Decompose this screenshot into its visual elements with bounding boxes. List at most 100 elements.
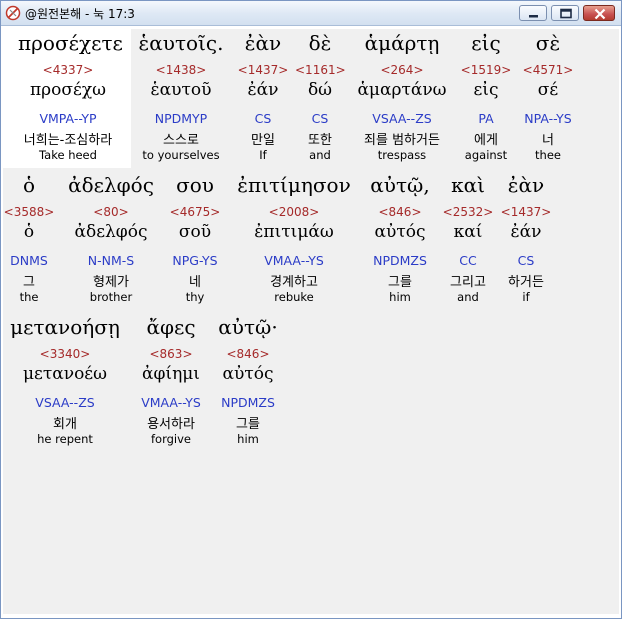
strong-number[interactable]: <1519>	[459, 63, 513, 77]
lemma: ἁμαρτάνω	[357, 80, 447, 100]
english-gloss: If	[259, 148, 267, 162]
greek-word: ὁ	[22, 173, 36, 197]
strong-number[interactable]: <3588>	[3, 205, 55, 219]
korean-gloss: 하거든	[508, 275, 544, 290]
word-block[interactable]: σὲ <4571> σέ NPA--YS 너 thee	[517, 29, 579, 169]
lemma: ὁ	[23, 222, 35, 242]
word-block[interactable]: ἐὰν <1437> ἐάν CS 만일 If	[237, 29, 289, 169]
korean-gloss: 그를	[388, 275, 412, 290]
greek-word: αὐτῷ,	[370, 173, 430, 197]
strong-number[interactable]: <846>	[213, 347, 283, 361]
word-block[interactable]: μετανοήσῃ <3340> μετανοέω VSAA--ZS 회개 he…	[5, 313, 125, 453]
greek-word: ἑαυτοῖς.	[138, 31, 224, 55]
english-gloss: him	[389, 290, 411, 304]
korean-gloss: 그	[23, 275, 35, 290]
word-block[interactable]: καὶ <2532> καί CC 그리고 and	[441, 171, 495, 311]
parsing-code: VMAA--YS	[141, 395, 201, 410]
greek-word: σου	[176, 173, 214, 197]
strong-number[interactable]: <1161>	[295, 63, 346, 77]
greek-word: προσέχετε	[18, 31, 123, 55]
greek-word: ἐὰν	[507, 173, 545, 197]
korean-gloss: 네	[189, 275, 201, 290]
lemma: αὐτός	[374, 222, 426, 242]
lemma: ἀδελφός	[74, 222, 148, 242]
parsing-code: PA	[478, 111, 494, 126]
korean-gloss: 또한	[308, 133, 332, 148]
parsing-code: VMAA--YS	[264, 253, 324, 268]
english-gloss: brother	[89, 290, 133, 304]
greek-word: αὐτῷ·	[218, 315, 278, 339]
parsing-code: CC	[459, 253, 477, 268]
korean-gloss: 경계하고	[270, 275, 318, 290]
english-gloss: trespass	[377, 148, 427, 162]
minimize-button[interactable]	[519, 5, 547, 21]
parsing-code: NPG-YS	[172, 253, 218, 268]
lemma: αὐτός	[222, 364, 274, 384]
word-block[interactable]: ἁμάρτῃ <264> ἁμαρτάνω VSAA--ZS 죄를 범하거든 t…	[351, 29, 453, 169]
greek-word: ἀδελφός	[68, 173, 154, 197]
parsing-code: CS	[311, 111, 329, 126]
strong-number[interactable]: <1437>	[237, 63, 289, 77]
lemma: δώ	[307, 80, 333, 100]
english-gloss: thy	[185, 290, 205, 304]
strong-number[interactable]: <1438>	[137, 63, 225, 77]
word-block[interactable]: ἀδελφός <80> ἀδελφός N-NM-S 형제가 brother	[63, 171, 159, 311]
english-gloss: rebuke	[274, 290, 314, 304]
greek-word: ἄφες	[146, 315, 196, 339]
word-block[interactable]: αὐτῷ, <846> αὐτός NPDMZS 그를 him	[365, 171, 435, 311]
word-block[interactable]: δὲ <1161> δώ CS 또한 and	[295, 29, 346, 169]
strong-number[interactable]: <4337>	[18, 63, 118, 77]
english-gloss: him	[237, 432, 259, 446]
english-gloss: the	[19, 290, 39, 304]
strong-number[interactable]: <2532>	[441, 205, 495, 219]
greek-word: εἰς	[471, 31, 501, 55]
english-gloss: to yourselves	[142, 148, 220, 162]
korean-gloss: 용서하라	[147, 417, 195, 432]
strong-number[interactable]: <4675>	[161, 205, 229, 219]
lemma: προσέχω	[30, 80, 106, 100]
strong-number[interactable]: <264>	[351, 63, 453, 77]
greek-word: ἁμάρτῃ	[364, 31, 440, 55]
strong-number[interactable]: <80>	[63, 205, 159, 219]
korean-gloss: 만일	[251, 133, 275, 148]
lemma: ἀφίημι	[142, 364, 200, 384]
word-block[interactable]: ὁ <3588> ὁ DNMS 그 the	[3, 171, 55, 311]
word-block[interactable]: ἑαυτοῖς. <1438> ἑαυτοῦ NPDMYP 스스로 to you…	[137, 29, 225, 169]
english-gloss: thee	[535, 148, 561, 162]
strong-number[interactable]: <863>	[133, 347, 209, 361]
strong-number[interactable]: <3340>	[5, 347, 125, 361]
strong-number[interactable]: <846>	[365, 205, 435, 219]
window-title: @원전본해 - 눅 17:3	[25, 7, 135, 21]
lemma: ἑαυτοῦ	[150, 80, 212, 100]
lemma: ἐπιτιμάω	[254, 222, 334, 242]
english-gloss: and	[457, 290, 479, 304]
parsing-code: NPDMZS	[373, 253, 427, 268]
korean-gloss: 형제가	[93, 275, 129, 290]
strong-number[interactable]: <4571>	[517, 63, 579, 77]
greek-word: σὲ	[535, 31, 561, 55]
title-bar[interactable]: @원전본해 - 눅 17:3	[1, 1, 621, 26]
english-gloss: he repent	[37, 432, 93, 446]
english-gloss: Take heed	[39, 148, 97, 162]
korean-gloss: 그를	[236, 417, 260, 432]
word-block[interactable]: ἐπιτίμησον <2008> ἐπιτιμάω VMAA--YS 경계하고…	[231, 171, 357, 311]
close-button[interactable]	[583, 5, 615, 21]
korean-gloss: 에게	[474, 133, 498, 148]
parsing-code: VMPA--YP	[39, 111, 97, 126]
english-gloss: forgive	[151, 432, 191, 446]
lemma: εἰς	[473, 80, 499, 100]
strong-number[interactable]: <2008>	[231, 205, 357, 219]
parsing-code: VSAA--ZS	[372, 111, 432, 126]
word-block[interactable]: ἄφες <863> ἀφίημι VMAA--YS 용서하라 forgive	[133, 313, 209, 453]
parsing-code: CS	[254, 111, 272, 126]
word-block[interactable]: ἐὰν <1437> ἐάν CS 하거든 if	[499, 171, 553, 311]
word-block[interactable]: εἰς <1519> εἰς PA 에게 against	[459, 29, 513, 169]
interlinear-panel[interactable]: προσέχετε <4337> προσέχω VMPA--YP 너희는-조심…	[1, 26, 621, 618]
maximize-button[interactable]	[551, 5, 579, 21]
word-block[interactable]: αὐτῷ· <846> αὐτός NPDMZS 그를 him	[213, 313, 283, 453]
app-icon	[5, 5, 21, 21]
korean-gloss: 스스로	[163, 133, 199, 148]
word-block[interactable]: σου <4675> σοῦ NPG-YS 네 thy	[161, 171, 229, 311]
strong-number[interactable]: <1437>	[499, 205, 553, 219]
word-block[interactable]: προσέχετε <4337> προσέχω VMPA--YP 너희는-조심…	[18, 29, 123, 169]
